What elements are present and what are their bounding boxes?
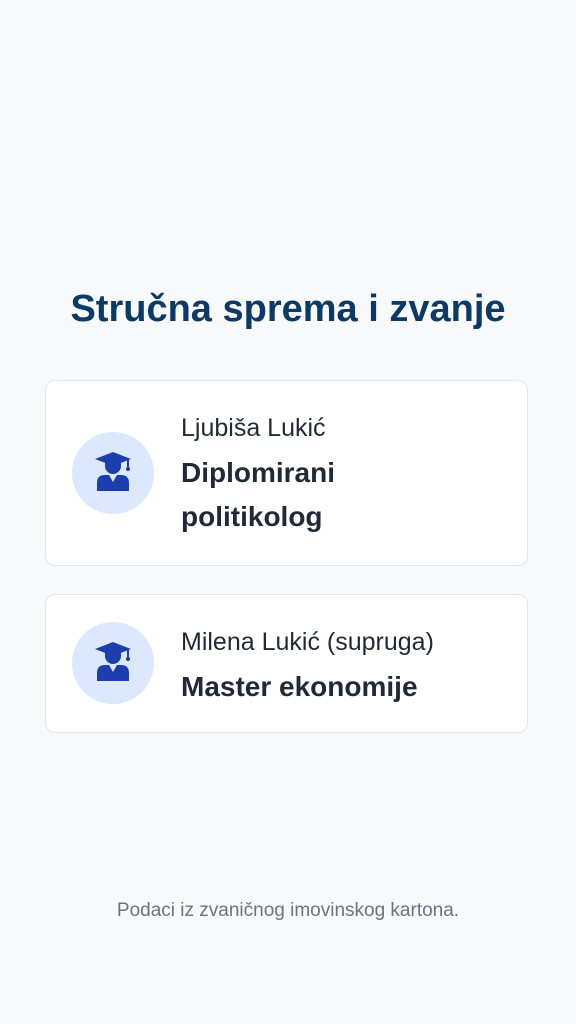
avatar	[72, 622, 154, 704]
degree-title: Diplomirani politikolog	[181, 457, 336, 532]
footer-note: Podaci iz zvaničnog imovinskog kartona.	[116, 900, 460, 921]
education-card: Ljubiša Lukić Diplomirani politikolog	[45, 380, 528, 566]
education-card: Milena Lukić (supruga) Master ekonomije	[45, 594, 528, 733]
graduate-icon	[94, 641, 132, 686]
person-name: Ljubiša Lukić	[181, 414, 326, 442]
page-title: Stručna sprema i zvanje	[70, 288, 506, 330]
avatar	[72, 432, 154, 514]
graduate-icon	[94, 451, 132, 496]
degree-title: Master ekonomije	[181, 671, 418, 702]
page: Stručna sprema i zvanje Ljubiša Lukić Di…	[0, 0, 576, 1024]
card-text: Ljubiša Lukić Diplomirani politikolog	[181, 409, 507, 539]
card-text: Milena Lukić (supruga) Master ekonomije	[181, 623, 507, 709]
person-name: Milena Lukić (supruga)	[181, 628, 434, 656]
